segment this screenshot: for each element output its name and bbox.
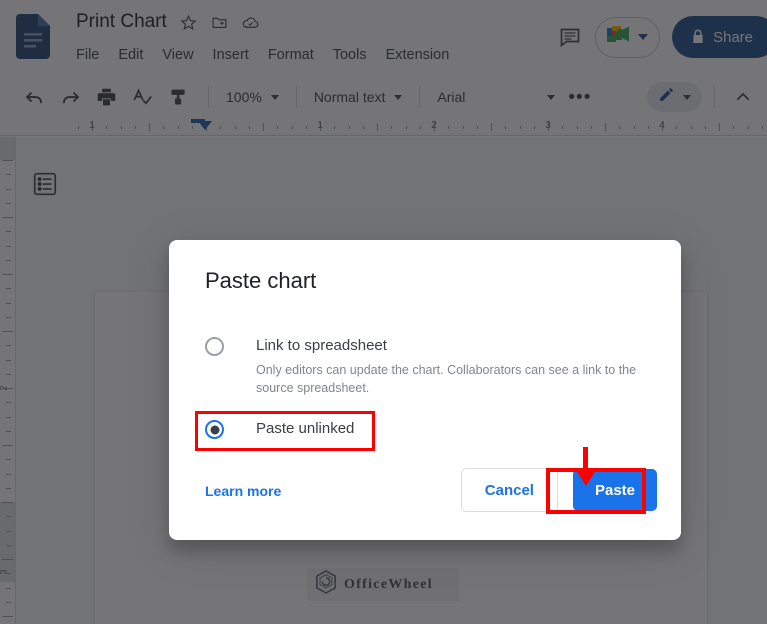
option-body: Link to spreadsheet Only editors can upd…	[256, 336, 666, 397]
paste-button[interactable]: Paste	[572, 469, 657, 511]
link-to-spreadsheet-label: Link to spreadsheet	[256, 337, 387, 354]
link-to-spreadsheet-description: Only editors can update the chart. Colla…	[256, 363, 637, 395]
learn-more-link[interactable]: Learn more	[205, 483, 281, 499]
dialog-actions: Cancel Paste	[460, 468, 657, 512]
link-to-spreadsheet-radio[interactable]	[205, 337, 224, 356]
google-docs-window: Print Chart File Edit	[0, 0, 767, 624]
paste-unlinked-option[interactable]: Paste unlinked	[205, 419, 395, 439]
link-to-spreadsheet-option[interactable]: Link to spreadsheet Only editors can upd…	[205, 336, 645, 397]
cancel-button[interactable]: Cancel	[460, 468, 558, 512]
dialog-title: Paste chart	[205, 268, 317, 293]
option-body: Paste unlinked	[256, 419, 354, 439]
paste-chart-dialog: Paste chart Link to spreadsheet Only edi…	[169, 240, 681, 540]
paste-unlinked-radio[interactable]	[205, 420, 224, 439]
paste-unlinked-label: Paste unlinked	[256, 420, 355, 437]
